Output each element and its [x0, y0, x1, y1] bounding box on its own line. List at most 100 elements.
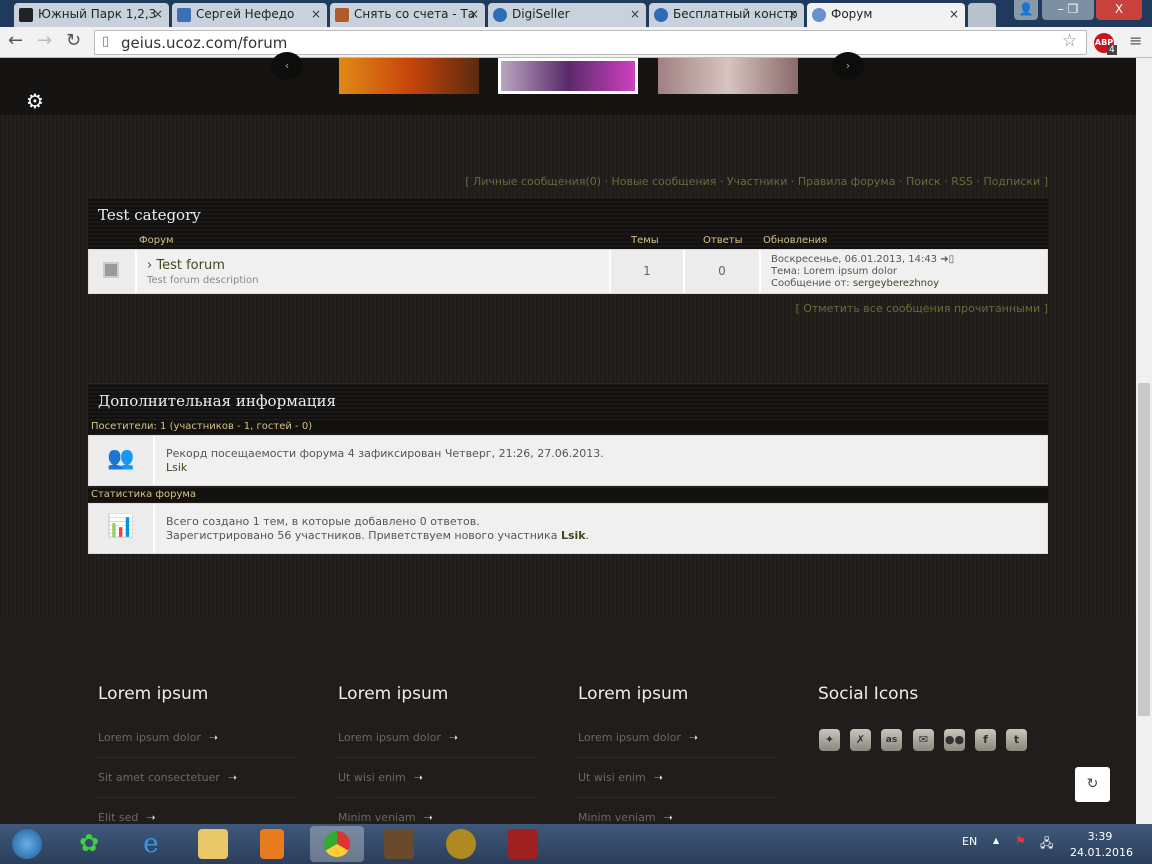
user-icon[interactable]: 👤 [1014, 0, 1038, 20]
goto-last-post-icon[interactable]: ➜▯ [940, 254, 954, 265]
link-search[interactable]: Поиск [906, 175, 941, 188]
stats-line-1: Всего создано 1 тем, в которые добавлено… [166, 515, 480, 528]
close-icon[interactable]: × [788, 7, 798, 21]
reload-icon[interactable]: ↻ [66, 30, 81, 51]
footer-link[interactable]: Elit sed ➝ [98, 811, 156, 824]
menu-icon[interactable]: ≡ [1129, 31, 1142, 50]
flickr-icon[interactable]: ●● [944, 729, 965, 751]
footer-link[interactable]: Ut wisi enim ➝ [338, 771, 423, 784]
slider-image-2[interactable] [498, 58, 638, 94]
stats-bar: Статистика форума [88, 488, 1048, 502]
clock[interactable]: 3:39 24.01.2016 [1070, 829, 1133, 861]
topics-count: 1 [609, 250, 685, 293]
tab-sergey[interactable]: Сергей Нефедо × [172, 3, 327, 27]
social-title: Social Icons [818, 684, 919, 704]
gear-icon[interactable]: ⚙ [26, 89, 44, 113]
footer-col-3-title: Lorem ipsum [578, 684, 689, 704]
tray-expand-icon[interactable]: ▲ [993, 836, 999, 845]
close-icon[interactable]: × [469, 7, 479, 21]
forum-folder-icon [103, 262, 119, 278]
twitter-icon[interactable]: t [1006, 729, 1027, 751]
game-icon[interactable] [384, 829, 414, 859]
restore-button[interactable]: – ❐ [1042, 0, 1094, 20]
link-subscriptions[interactable]: Подписки [983, 175, 1040, 188]
dota-icon[interactable] [508, 829, 538, 859]
scrollbar-thumb[interactable] [1138, 383, 1150, 716]
language-indicator[interactable]: EN [962, 835, 977, 848]
slider-image-1[interactable] [339, 58, 479, 94]
link-private-messages[interactable]: Личные сообщения(0) [473, 175, 601, 188]
email-icon[interactable]: ✉ [913, 729, 934, 751]
ie-icon[interactable]: e [136, 829, 166, 859]
category-title[interactable]: Test category [98, 206, 201, 224]
action-center-icon[interactable]: ⚑ [1015, 834, 1026, 848]
last-topic-link[interactable]: Lorem ipsum dolor [804, 266, 898, 277]
facebook-icon[interactable]: f [975, 729, 996, 751]
close-window-button[interactable]: X [1096, 0, 1142, 20]
lastfm-icon[interactable]: as [881, 729, 902, 751]
footer-col-1-title: Lorem ipsum [98, 684, 209, 704]
footer-link[interactable]: Minim veniam ➝ [338, 811, 433, 824]
forum-title-link[interactable]: › Test forum [147, 258, 225, 273]
footer-link[interactable]: Lorem ipsum dolor ➝ [338, 731, 458, 744]
chrome-taskbar-button[interactable] [310, 826, 364, 862]
tab-constructor[interactable]: Бесплатный констр × [649, 3, 804, 27]
tab-digiseller[interactable]: DigiSeller × [488, 3, 646, 27]
new-user-link[interactable]: Lsik [561, 529, 586, 542]
visitors-bar: Посетители: 1 (участников - 1, гостей - … [88, 420, 1048, 434]
mark-all-read-link[interactable]: Отметить все сообщения прочитанными [803, 302, 1040, 315]
close-icon[interactable]: × [630, 7, 640, 21]
divider [578, 757, 778, 758]
attendance-record: Рекорд посещаемости форума 4 зафиксирова… [166, 447, 604, 460]
slider-image-3[interactable] [658, 58, 798, 94]
page-icon: ▯ [102, 34, 110, 49]
start-button[interactable] [12, 829, 42, 859]
footer [0, 620, 1136, 824]
stats-row: 📊 Всего создано 1 тем, в которые добавле… [88, 503, 1048, 554]
tab-south-park[interactable]: Южный Парк 1,2,3 × [14, 3, 169, 27]
scroll-top-button[interactable]: ↻ [1075, 767, 1110, 802]
address-bar[interactable]: ▯ geius.ucoz.com/forum [94, 30, 1087, 55]
forward-icon[interactable]: → [37, 30, 52, 51]
tab-withdraw[interactable]: Снять со счета - Та × [330, 3, 485, 27]
tab-forum[interactable]: Форум × [807, 3, 965, 27]
link-rss[interactable]: RSS [951, 175, 973, 188]
media-player-icon[interactable] [260, 829, 284, 859]
forum-top-links: [ Личные сообщения(0) · Новые сообщения … [465, 175, 1048, 188]
new-tab-button[interactable] [968, 3, 996, 27]
info-header: Дополнительная информация [88, 383, 1048, 419]
online-user-link[interactable]: Lsik [166, 461, 604, 475]
close-icon[interactable]: × [311, 7, 321, 21]
xing-icon[interactable]: ✗ [850, 729, 871, 751]
last-author-link[interactable]: sergeyberezhnoy [853, 278, 939, 289]
col-updates: Обновления [763, 235, 828, 246]
users-group-icon: 👥 [107, 446, 135, 471]
divider [98, 757, 298, 758]
footer-link[interactable]: Lorem ipsum dolor ➝ [578, 731, 698, 744]
network-icon[interactable]: 🖧 [1040, 834, 1053, 855]
explorer-icon[interactable] [198, 829, 228, 859]
back-icon[interactable]: ← [8, 30, 23, 51]
footer-link[interactable]: Lorem ipsum dolor ➝ [98, 731, 218, 744]
wow-icon[interactable] [446, 829, 476, 859]
replies-count: 0 [685, 250, 761, 293]
forum-icon-cell [89, 250, 137, 293]
footer-link[interactable]: Sit amet consectetuer ➝ [98, 771, 237, 784]
link-new-messages[interactable]: Новые сообщения [612, 175, 717, 188]
divider [338, 757, 538, 758]
footer-link[interactable]: Minim veniam ➝ [578, 811, 673, 824]
divider [578, 797, 778, 798]
adblock-badge: 4 [1107, 45, 1117, 55]
close-icon[interactable]: × [153, 7, 163, 21]
myspace-icon[interactable]: ✦ [819, 729, 840, 751]
close-icon[interactable]: × [949, 7, 959, 21]
forum-description: Test forum description [147, 275, 259, 286]
last-update: Воскресенье, 06.01.2013, 14:43 ➜▯ Тема: … [771, 254, 955, 289]
slider-prev-button[interactable]: ‹ [271, 52, 303, 80]
bookmark-star-icon[interactable]: ☆ [1062, 31, 1077, 51]
link-rules[interactable]: Правила форума [798, 175, 896, 188]
footer-link[interactable]: Ut wisi enim ➝ [578, 771, 663, 784]
icq-icon[interactable]: ✿ [74, 829, 104, 859]
slider-next-button[interactable]: › [832, 52, 864, 80]
link-members[interactable]: Участники [727, 175, 788, 188]
